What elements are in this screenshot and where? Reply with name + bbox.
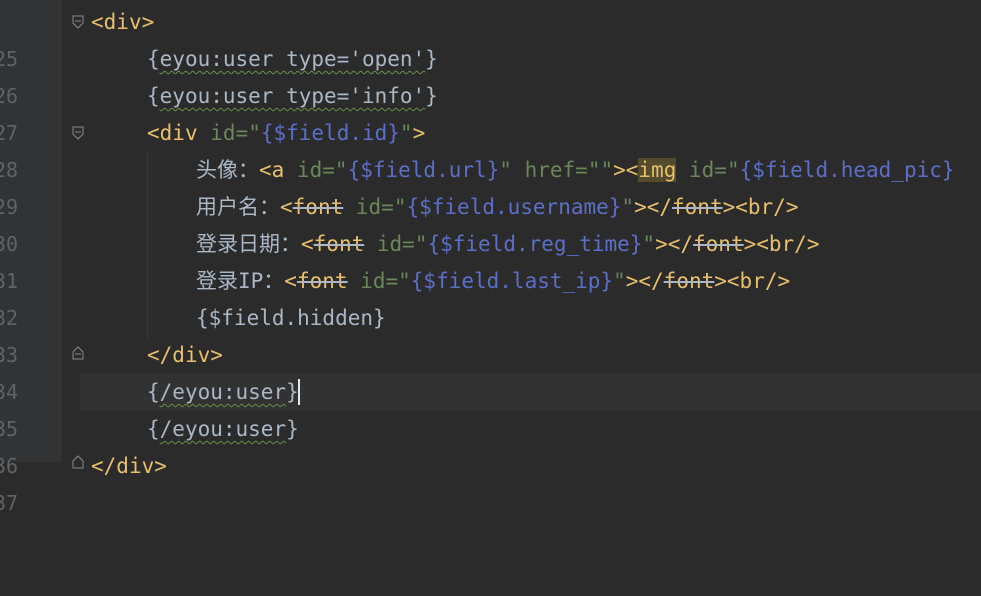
- code-line[interactable]: 27 {eyou:user type='info'}: [0, 78, 981, 145]
- tag-name: font: [672, 195, 723, 219]
- tag-name: font: [693, 232, 744, 256]
- attribute-name: id=: [210, 121, 249, 145]
- tag-name: div: [159, 121, 198, 145]
- code-line[interactable]: 30 用户名：<font id="{$field.username}"></fo…: [0, 189, 981, 256]
- template-tag: /eyou:user: [159, 417, 287, 441]
- template-tag: eyou:user type='open': [159, 47, 426, 71]
- template-variable: {$field.reg_time}: [427, 232, 643, 256]
- attribute-name: id=: [689, 158, 727, 182]
- code-line[interactable]: 29 头像：<a id="{$field.url}" href=""><img …: [0, 152, 981, 219]
- text-label: 登录IP：: [196, 269, 285, 293]
- text-label: 头像：: [196, 158, 259, 182]
- line-number: 37: [0, 491, 19, 515]
- code-editor[interactable]: 25 <div> 26 {eyou:user type='open'} 27 {…: [0, 0, 981, 515]
- text-caret: [298, 379, 300, 405]
- code-line[interactable]: 32 登录IP：<font id="{$field.last_ip}"></fo…: [0, 263, 981, 330]
- tag-name: div: [103, 10, 142, 34]
- template-variable: {$field.last_ip}: [410, 269, 614, 293]
- attribute-name: id=: [376, 232, 415, 256]
- tag-name: div: [116, 454, 155, 478]
- template-variable: {$field.username}: [406, 195, 622, 219]
- attribute-name: id=: [355, 195, 394, 219]
- fold-toggle-icon[interactable]: [72, 15, 84, 29]
- fold-toggle-icon[interactable]: [72, 126, 84, 140]
- attribute-name: id=: [360, 269, 399, 293]
- tag-name: img: [638, 158, 677, 182]
- code-line[interactable]: 33 {$field.hidden}: [0, 300, 981, 367]
- tag-name: br/: [768, 232, 807, 256]
- code-line[interactable]: 34 </div>: [0, 337, 981, 404]
- tag-name: br/: [739, 269, 778, 293]
- template-variable: {$field.hidden}: [196, 306, 386, 330]
- template-variable: {$field.id}: [260, 121, 400, 145]
- tag-name: font: [292, 195, 344, 219]
- tag-name: a: [271, 158, 285, 182]
- template-variable: {$field.url}: [347, 158, 500, 182]
- tag-name: br/: [747, 195, 786, 219]
- code-line[interactable]: 37 </div>: [0, 448, 981, 515]
- tag-name: font: [313, 232, 365, 256]
- fold-end-icon[interactable]: [72, 346, 84, 360]
- fold-end-icon[interactable]: [72, 455, 84, 469]
- text-label: 登录日期：: [196, 232, 301, 256]
- tag-name: div: [172, 343, 211, 367]
- tag-name: font: [296, 269, 348, 293]
- template-variable: {$field.head_pic}: [739, 158, 955, 182]
- text-label: 用户名：: [196, 195, 280, 219]
- attribute-name: href=: [524, 158, 588, 182]
- attribute-name: id=: [296, 158, 335, 182]
- code-line[interactable]: 26 {eyou:user type='open'}: [0, 41, 981, 108]
- code-line[interactable]: 28 <div id="{$field.id}">: [0, 115, 981, 182]
- code-line[interactable]: 25 <div>: [0, 4, 981, 71]
- template-tag: /eyou:user: [159, 380, 287, 404]
- tag-name: font: [663, 269, 715, 293]
- code-line[interactable]: 31 登录日期：<font id="{$field.reg_time}"></f…: [0, 226, 981, 293]
- code-line[interactable]: 36 {/eyou:user}: [0, 411, 981, 478]
- code-line[interactable]: 35 {/eyou:user}: [0, 374, 981, 441]
- template-tag: eyou:user type='info': [159, 84, 426, 108]
